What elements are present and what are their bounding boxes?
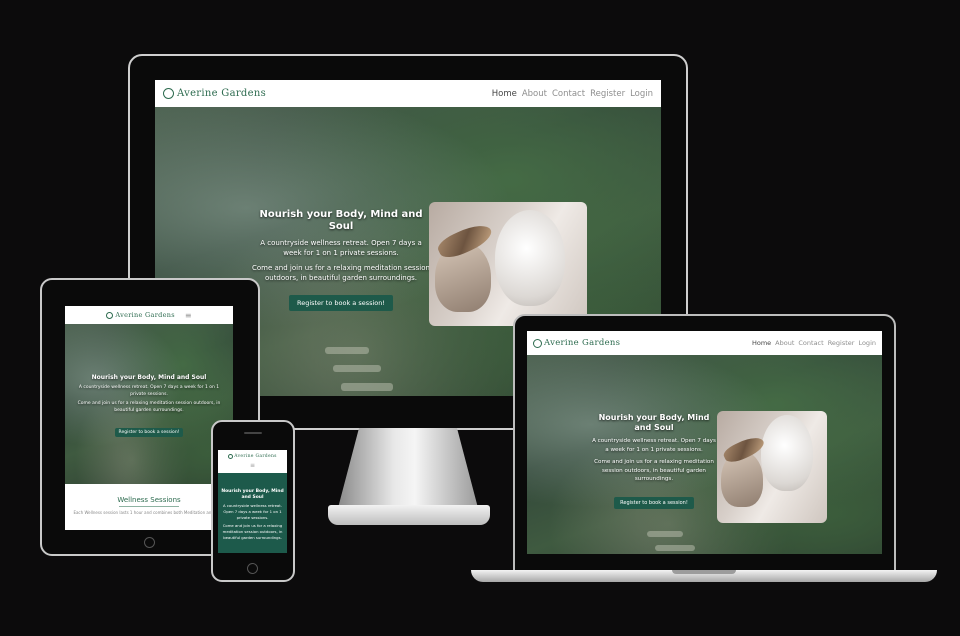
celtic-knot-icon (533, 338, 542, 348)
tablet-home-button (144, 537, 155, 548)
tablet-screen: Averine Gardens ≡ Nourish your Body, Min… (65, 306, 233, 530)
laptop-navbar: Averine Gardens Home About Contact Regis… (527, 331, 882, 355)
phone-hero-line-2: Come and join us for a relaxing meditati… (222, 523, 283, 540)
tablet-hero-line-1: A countryside wellness retreat. Open 7 d… (78, 385, 220, 397)
laptop-logo-text: Averine Gardens (544, 338, 621, 348)
laptop-hero-line-1: A countryside wellness retreat. Open 7 d… (592, 438, 716, 453)
laptop-nav-links: Home About Contact Register Login (752, 339, 876, 347)
buddha-statue (761, 415, 813, 491)
laptop-register-cta-button[interactable]: Register to book a session! (614, 496, 694, 509)
buddha-photo (429, 202, 587, 326)
laptop-buddha-photo (717, 411, 827, 523)
laptop-screen: Averine Gardens Home About Contact Regis… (527, 331, 882, 554)
buddha-statue (495, 210, 565, 306)
laptop-logo[interactable]: Averine Gardens (533, 338, 620, 348)
hero-text: Nourish your Body, Mind and Soul A count… (251, 209, 431, 311)
hero-line-1: A countryside wellness retreat. Open 7 d… (260, 239, 422, 257)
tablet-hero-text: Nourish your Body, Mind and Soul A count… (75, 374, 223, 437)
tablet-hero-line-2: Come and join us for a relaxing meditati… (77, 401, 221, 413)
laptop-nav-contact[interactable]: Contact (798, 339, 823, 347)
celtic-knot-icon (163, 88, 174, 99)
phone-hero-line-1: A countryside wellness retreat. Open 7 d… (223, 503, 282, 520)
tablet-logo-text: Averine Gardens (115, 311, 175, 319)
wellness-section: Wellness Sessions Each Wellness session … (65, 484, 233, 530)
tablet-hero-title: Nourish your Body, Mind and Soul (91, 374, 207, 381)
monitor-stand (338, 428, 478, 508)
stepping-stone (325, 347, 369, 354)
section-text: Each Wellness session lasts 1 hour and c… (73, 510, 225, 515)
hero-title: Nourish your Body, Mind and Soul (259, 209, 423, 232)
tablet-hero: Nourish your Body, Mind and Soul A count… (65, 324, 233, 484)
section-title: Wellness Sessions (117, 496, 181, 504)
site-logo[interactable]: Averine Gardens (163, 88, 266, 99)
stepping-stone (647, 531, 683, 537)
phone-logo[interactable]: Averine Gardens (228, 454, 277, 459)
celtic-knot-icon (228, 454, 234, 459)
laptop-nav-register[interactable]: Register (828, 339, 855, 347)
laptop-notch (672, 570, 736, 574)
hero-line-2: Come and join us for a relaxing meditati… (252, 264, 430, 282)
laptop-hero-text: Nourish your Body, Mind and Soul A count… (591, 413, 717, 509)
phone-hamburger-menu-icon[interactable]: ≡ (218, 462, 287, 469)
logo-text: Averine Gardens (177, 88, 267, 99)
phone-speaker (244, 432, 262, 434)
navbar: Averine Gardens Home About Contact Regis… (155, 80, 661, 107)
tablet-register-cta-button[interactable]: Register to book a session! (114, 428, 184, 437)
phone-logo-text: Averine Gardens (234, 454, 277, 459)
stepping-stone (655, 545, 695, 551)
nav-links: Home About Contact Register Login (492, 89, 653, 99)
nav-login[interactable]: Login (630, 89, 653, 99)
tablet-logo[interactable]: Averine Gardens (106, 311, 175, 319)
nav-about[interactable]: About (522, 89, 547, 99)
nav-contact[interactable]: Contact (552, 89, 585, 99)
phone-screen: Averine Gardens ≡ Nourish your Body, Min… (218, 450, 287, 553)
nav-home[interactable]: Home (492, 89, 517, 99)
tablet-navbar: Averine Gardens ≡ (65, 306, 233, 324)
laptop-nav-about[interactable]: About (775, 339, 794, 347)
hamburger-menu-icon[interactable]: ≡ (185, 311, 192, 320)
phone-hero: Nourish your Body, Mind and Soul A count… (218, 473, 287, 553)
phone-home-button (247, 563, 258, 574)
laptop-nav-login[interactable]: Login (858, 339, 876, 347)
register-cta-button[interactable]: Register to book a session! (288, 295, 394, 311)
phone-hero-title: Nourish your Body, Mind and Soul (221, 489, 284, 500)
stepping-stone (341, 383, 393, 391)
monitor-base (328, 505, 490, 525)
laptop-hero-title: Nourish your Body, Mind and Soul (598, 413, 710, 432)
stepping-stone (333, 365, 381, 372)
nav-register[interactable]: Register (590, 89, 625, 99)
laptop-hero-line-2: Come and join us for a relaxing meditati… (594, 459, 714, 482)
section-divider (119, 506, 179, 507)
celtic-knot-icon (106, 311, 114, 319)
laptop-nav-home[interactable]: Home (752, 339, 771, 347)
laptop-hero: Nourish your Body, Mind and Soul A count… (527, 355, 882, 554)
